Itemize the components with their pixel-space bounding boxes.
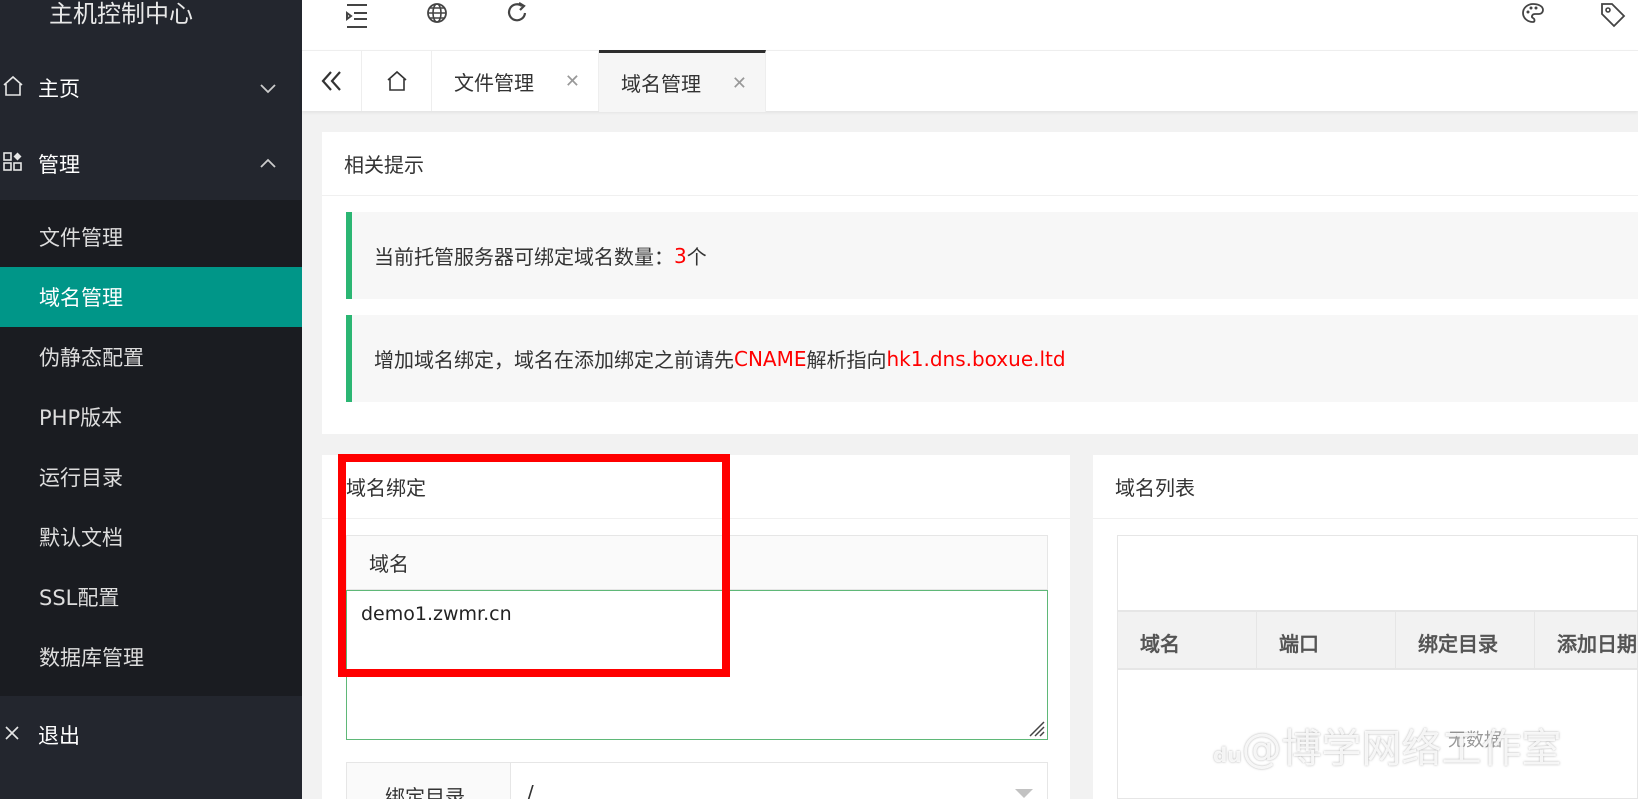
dropdown-arrow-icon — [1015, 789, 1033, 798]
highlight-box — [338, 454, 730, 677]
sidebar-item-rewrite[interactable]: 伪静态配置 — [0, 327, 302, 387]
top-header — [302, 0, 1638, 50]
watermark: du@博学网络工作室 — [1213, 716, 1562, 774]
globe-icon[interactable] — [422, 0, 452, 30]
tab-file-manage[interactable]: 文件管理 ✕ — [432, 51, 599, 111]
home-icon — [386, 70, 407, 91]
notice-text: 增加域名绑定，域名在添加绑定之前请先 — [374, 348, 734, 372]
domain-count-value: 3 — [674, 243, 687, 268]
cname-target: hk1.dns.boxue.ltd — [886, 346, 1066, 371]
table-header: 域名 端口 绑定目录 添加日期 — [1117, 611, 1638, 669]
sidebar: 主机控制中心 主页 管理 文件管理 域名管理 伪静态配置 PHP版本 运行目录 … — [0, 0, 302, 799]
nav-item-home[interactable]: 主页 — [0, 53, 302, 123]
sidebar-item-domain-manage[interactable]: 域名管理 — [0, 267, 302, 327]
table-toolbar — [1117, 535, 1638, 611]
tabs-scroll-left-button[interactable] — [302, 51, 362, 111]
tab-close-icon[interactable]: ✕ — [565, 71, 580, 92]
tips-card-title: 相关提示 — [322, 132, 1638, 196]
home-icon — [0, 75, 38, 102]
notice-cname: 增加域名绑定，域名在添加绑定之前请先 CNAME 解析指向 hk1.dns.boxue… — [346, 315, 1638, 402]
nav-item-manage[interactable]: 管理 — [0, 129, 302, 199]
close-icon — [0, 723, 38, 748]
watermark-logo: du — [1213, 743, 1242, 767]
brand-text: 主机控制中心 — [49, 0, 193, 28]
notice-text: 当前托管服务器可绑定域名数量： — [374, 245, 674, 269]
bind-dir-select[interactable]: 绑定目录 / — [346, 762, 1048, 799]
watermark-text: @博学网络工作室 — [1241, 726, 1562, 772]
double-chevron-left-icon — [321, 71, 341, 91]
nav-home-label: 主页 — [38, 77, 80, 101]
col-domain[interactable]: 域名 — [1118, 612, 1257, 668]
chevron-down-icon — [260, 84, 276, 94]
chevron-up-icon — [260, 158, 276, 168]
tab-domain-manage-label: 域名管理 — [621, 72, 701, 96]
palette-icon[interactable] — [1518, 0, 1548, 30]
apps-icon — [0, 151, 38, 178]
notice-text: 解析指向 — [806, 348, 887, 372]
refresh-icon[interactable] — [502, 0, 532, 30]
sidebar-item-file-manage[interactable]: 文件管理 — [0, 207, 302, 267]
notice-text: 个 — [686, 245, 707, 269]
cname-label: CNAME — [734, 346, 807, 371]
col-port[interactable]: 端口 — [1257, 612, 1396, 668]
menu-fold-icon[interactable] — [342, 0, 372, 30]
bind-dir-label: 绑定目录 — [347, 763, 511, 799]
tag-icon[interactable] — [1598, 0, 1628, 30]
sidebar-item-run-dir[interactable]: 运行目录 — [0, 447, 302, 507]
tab-home[interactable] — [362, 51, 432, 111]
sidebar-item-ssl[interactable]: SSL配置 — [0, 567, 302, 627]
col-add-date[interactable]: 添加日期 — [1535, 612, 1638, 668]
sidebar-item-php-version[interactable]: PHP版本 — [0, 387, 302, 447]
nav-item-logout[interactable]: 退出 — [0, 700, 302, 770]
nav-manage-label: 管理 — [38, 153, 80, 177]
sidebar-item-default-doc[interactable]: 默认文档 — [0, 507, 302, 567]
tab-domain-manage[interactable]: 域名管理 ✕ — [599, 50, 766, 112]
domain-list-title: 域名列表 — [1093, 455, 1638, 519]
nav-logout-label: 退出 — [38, 724, 80, 748]
brand-title: 主机控制中心 — [0, 0, 302, 48]
tab-file-manage-label: 文件管理 — [454, 70, 534, 95]
tips-card: 相关提示 当前托管服务器可绑定域名数量： 3 个 增加域名绑定，域名在添加绑定之前请… — [322, 132, 1638, 434]
manage-submenu: 文件管理 域名管理 伪静态配置 PHP版本 运行目录 默认文档 SSL配置 数据… — [0, 200, 302, 696]
col-bind-dir[interactable]: 绑定目录 — [1396, 612, 1535, 668]
sidebar-item-database[interactable]: 数据库管理 — [0, 627, 302, 687]
tabs-bar: 文件管理 ✕ 域名管理 ✕ — [302, 50, 1638, 112]
bind-dir-value: / — [527, 781, 534, 799]
notice-domain-count: 当前托管服务器可绑定域名数量： 3 个 — [346, 212, 1638, 299]
resize-handle-icon[interactable] — [1025, 717, 1045, 737]
tab-close-icon[interactable]: ✕ — [732, 73, 747, 94]
